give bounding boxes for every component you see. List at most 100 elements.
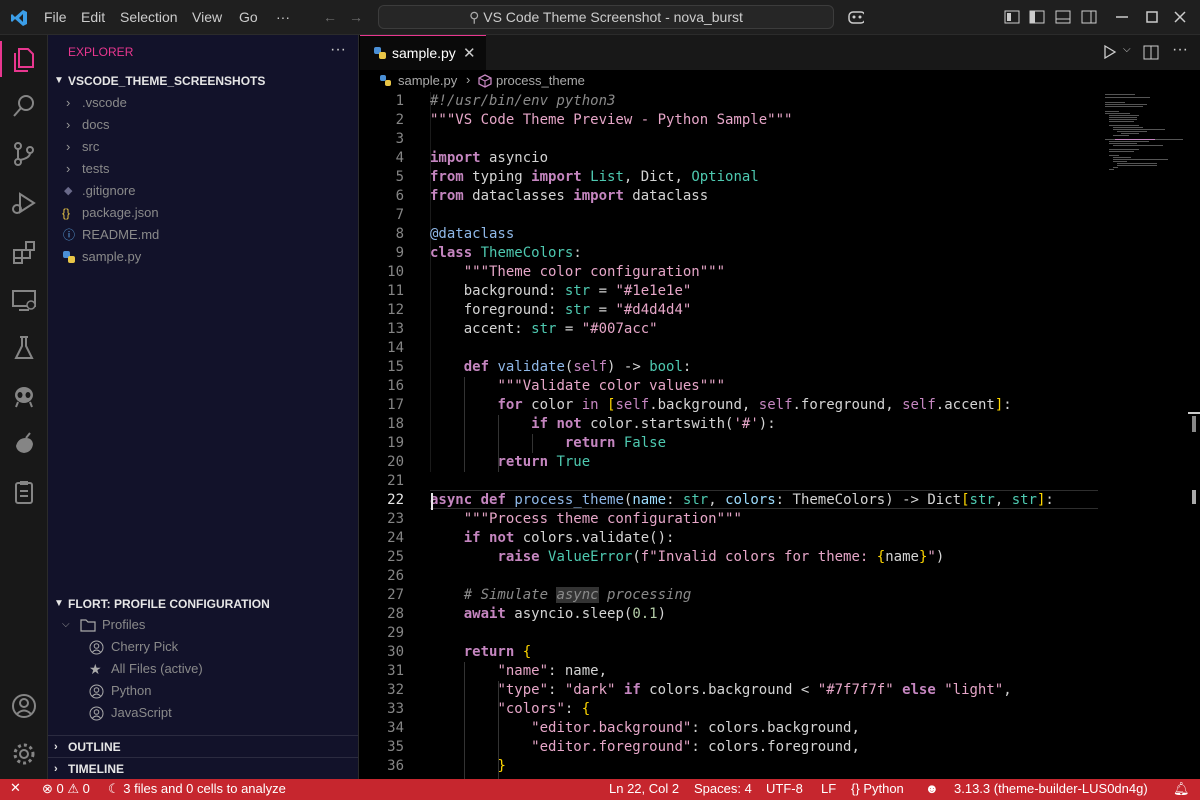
copilot-status-icon[interactable]: ☻	[925, 781, 939, 796]
menu-file[interactable]: File	[44, 9, 67, 25]
run-icon[interactable]	[1103, 45, 1117, 59]
menu-selection[interactable]: Selection	[120, 9, 178, 25]
tree-item-readme[interactable]: ⓘ README.md	[48, 224, 358, 246]
code-line[interactable]: raise ValueError(f"Invalid colors for th…	[430, 549, 944, 565]
close-icon[interactable]	[1172, 9, 1188, 25]
python-interpreter[interactable]: 3.13.3 (theme-builder-LUS0dn4g)	[954, 781, 1148, 796]
line-ending[interactable]: LF	[821, 781, 836, 796]
maximize-icon[interactable]	[1144, 9, 1160, 25]
code-line[interactable]: for color in [self.background, self.fore…	[430, 397, 1011, 413]
remote-explorer-icon[interactable]	[10, 286, 38, 314]
toggle-sidebar-icon[interactable]	[1029, 9, 1045, 25]
code-line[interactable]: def validate(self) -> bool:	[430, 359, 692, 375]
code-line[interactable]: #!/usr/bin/env python3	[430, 93, 615, 109]
tree-item-sample-py[interactable]: sample.py	[48, 246, 358, 268]
code-line[interactable]: """Validate color values"""	[430, 378, 725, 394]
profile-item[interactable]: Python	[48, 680, 358, 702]
forward-arrow-icon[interactable]: →	[349, 9, 363, 25]
code-line[interactable]: # Simulate async processing	[430, 587, 691, 603]
tree-item-tests[interactable]: › tests	[48, 158, 358, 180]
code-editor[interactable]: 1 2 3 4 5 6 7 8 9 10 11 12 13 14 15 16 17 18 19 20 21 22 23 24 2…	[360, 92, 1200, 779]
explorer-icon[interactable]	[10, 45, 38, 73]
code-line[interactable]: """Theme color configuration"""	[430, 264, 725, 280]
outline-section[interactable]: › OUTLINE	[48, 735, 358, 758]
code-line[interactable]: accent: str = "#007acc"	[430, 321, 658, 337]
remote-indicator-icon[interactable]: ✕	[10, 780, 21, 796]
minimize-icon[interactable]	[1114, 9, 1130, 25]
encoding[interactable]: UTF-8	[766, 781, 803, 796]
code-line[interactable]: class ThemeColors:	[430, 245, 582, 261]
breadcrumb-file[interactable]: sample.py	[398, 73, 457, 88]
code-line[interactable]: return False	[430, 435, 666, 451]
cursor-position[interactable]: Ln 22, Col 2	[609, 781, 679, 796]
code-line[interactable]: "editor.foreground": colors.foreground,	[430, 739, 860, 755]
code-line[interactable]: "type": "dark" if colors.background < "#…	[430, 682, 1011, 698]
testing-icon[interactable]	[10, 334, 38, 362]
code-line[interactable]: """VS Code Theme Preview - Python Sample…	[430, 112, 792, 128]
profile-section-header[interactable]: ▼ FLORT: PROFILE CONFIGURATION	[48, 593, 358, 615]
language-mode[interactable]: {} Python	[851, 781, 904, 796]
code-line[interactable]: import asyncio	[430, 150, 548, 166]
analysis-status[interactable]: ☾ 3 files and 0 cells to analyze	[108, 781, 286, 797]
command-center-text: VS Code Theme Screenshot - nova_burst	[483, 9, 743, 25]
extensions-icon[interactable]	[10, 238, 38, 266]
menu-edit[interactable]: Edit	[81, 9, 105, 25]
tab-close-icon[interactable]: ✕	[463, 44, 476, 62]
tree-item-gitignore[interactable]: ◆ .gitignore	[48, 180, 358, 202]
toggle-secondary-sidebar-icon[interactable]	[1081, 9, 1097, 25]
code-line[interactable]: async def process_theme(name: str, color…	[430, 492, 1054, 508]
settings-gear-icon[interactable]	[10, 740, 38, 768]
tree-item-src[interactable]: › src	[48, 136, 358, 158]
run-debug-icon[interactable]	[10, 189, 38, 217]
split-editor-icon[interactable]	[1143, 45, 1159, 61]
code-line[interactable]: @dataclass	[430, 226, 514, 242]
profile-item[interactable]: Cherry Pick	[48, 636, 358, 658]
breadcrumb-symbol[interactable]: process_theme	[496, 73, 585, 88]
code-line[interactable]: from typing import List, Dict, Optional	[430, 169, 759, 185]
menu-go[interactable]: Go	[239, 9, 258, 25]
code-line[interactable]: "editor.background": colors.background,	[430, 720, 860, 736]
profile-item[interactable]: JavaScript	[48, 702, 358, 724]
back-arrow-icon[interactable]: ←	[323, 9, 337, 25]
code-line[interactable]: return True	[430, 454, 590, 470]
profiles-group[interactable]: ⌵ Profiles	[48, 614, 358, 636]
problems-indicator[interactable]: ⊗ 0 ⚠ 0	[42, 781, 90, 797]
code-line[interactable]: "name": name,	[430, 663, 607, 679]
tree-item-vscode[interactable]: › .vscode	[48, 92, 358, 114]
code-line[interactable]: from dataclasses import dataclass	[430, 188, 708, 204]
code-line[interactable]: """Process theme configuration"""	[430, 511, 742, 527]
tree-item-docs[interactable]: › docs	[48, 114, 358, 136]
tree-item-package-json[interactable]: {} package.json	[48, 202, 358, 224]
layout-customize-icon[interactable]	[1004, 9, 1020, 25]
menu-view[interactable]: View	[192, 9, 222, 25]
timeline-section[interactable]: › TIMELINE	[48, 757, 358, 780]
source-control-icon[interactable]	[10, 140, 38, 168]
code-line[interactable]: "colors": {	[430, 701, 590, 717]
code-line[interactable]: if not color.startswith('#'):	[430, 416, 775, 432]
clipboard-extension-icon[interactable]	[10, 478, 38, 506]
code-line[interactable]: return {	[430, 644, 531, 660]
toggle-panel-icon[interactable]	[1055, 9, 1071, 25]
account-icon[interactable]	[10, 692, 38, 720]
command-center[interactable]: ⚲ VS Code Theme Screenshot - nova_burst	[378, 5, 834, 29]
workspace-header[interactable]: ▼ VSCODE_THEME_SCREENSHOTS	[48, 70, 358, 92]
run-dropdown-icon[interactable]: ⌵	[1123, 44, 1131, 55]
code-line[interactable]: }	[430, 758, 505, 774]
tab-sample-py[interactable]: sample.py ✕	[360, 35, 486, 70]
scrollbar-thumb[interactable]	[1192, 416, 1196, 432]
code-line[interactable]: if not colors.validate():	[430, 530, 675, 546]
search-icon[interactable]	[10, 92, 38, 120]
editor-more-icon[interactable]: ···	[1172, 41, 1188, 59]
code-line[interactable]: background: str = "#1e1e1e"	[430, 283, 692, 299]
copilot-icon[interactable]	[848, 9, 864, 25]
code-line[interactable]: foreground: str = "#d4d4d4"	[430, 302, 692, 318]
indentation[interactable]: Spaces: 4	[694, 781, 752, 796]
menu-more[interactable]: ···	[276, 9, 290, 25]
alien-extension-icon[interactable]	[10, 382, 38, 410]
minimap[interactable]	[1105, 94, 1185, 184]
profile-item-active[interactable]: ★ All Files (active)	[48, 658, 358, 680]
notifications-bell-icon[interactable]: 🔔︎	[1173, 781, 1190, 797]
bird-extension-icon[interactable]	[10, 430, 38, 458]
explorer-more-icon[interactable]: ···	[330, 41, 346, 59]
code-line[interactable]: await asyncio.sleep(0.1)	[430, 606, 666, 622]
